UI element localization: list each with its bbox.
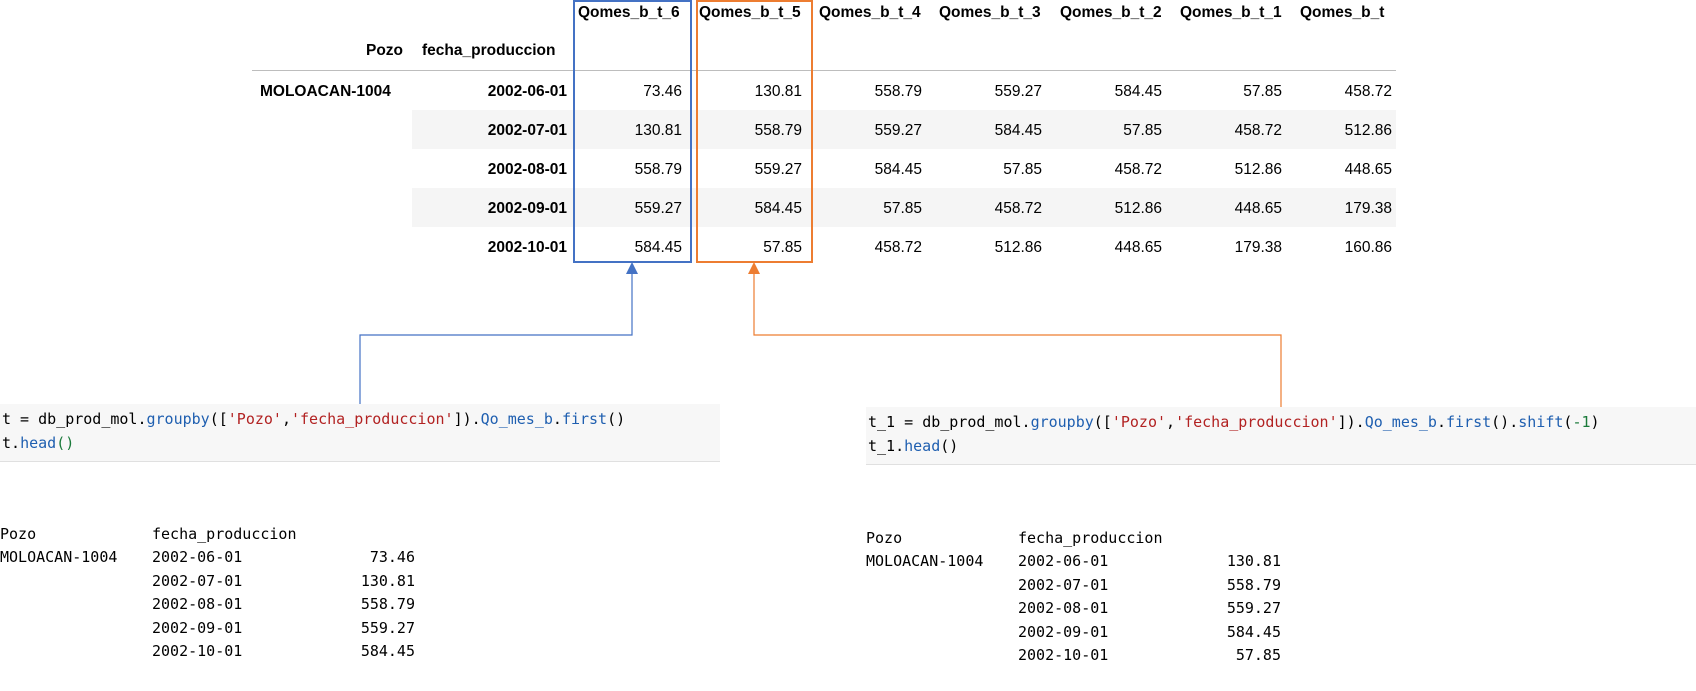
table-cell: 512.86 xyxy=(1114,200,1162,217)
column-header: Qomes_b_t_1 xyxy=(1180,4,1282,21)
output-date: 2002-09-01 xyxy=(152,618,243,637)
output-pozo: MOLOACAN-1004 xyxy=(0,548,118,566)
index-pozo: MOLOACAN-1004 xyxy=(260,83,391,100)
output-value: 73.46 xyxy=(369,548,415,566)
output-value: 584.45 xyxy=(1226,622,1281,641)
table-cell: 179.38 xyxy=(1234,239,1282,256)
output-header-fecha: fecha_produccion xyxy=(1018,529,1163,547)
output-value: 558.79 xyxy=(360,595,415,613)
table-cell: 559.27 xyxy=(994,83,1042,100)
output-header-fecha: fecha_produccion xyxy=(152,525,297,543)
index-date: 2002-08-01 xyxy=(487,161,567,178)
output-value: 57.85 xyxy=(1235,646,1281,664)
column-header: Qomes_b_t_2 xyxy=(1060,4,1162,21)
table-cell: 558.79 xyxy=(874,83,922,100)
connector-blue xyxy=(359,272,633,410)
output-date: 2002-10-01 xyxy=(152,642,243,660)
output-date: 2002-07-01 xyxy=(1018,575,1109,594)
table-cell: 584.45 xyxy=(1114,83,1162,100)
highlight-box-t6 xyxy=(573,0,692,263)
table-cell: 57.85 xyxy=(1123,122,1162,139)
column-header: Qomes_b_t_3 xyxy=(939,4,1041,21)
table-cell: 160.86 xyxy=(1344,239,1392,256)
column-header: Qomes_b_t_4 xyxy=(819,4,921,21)
output-value: 584.45 xyxy=(360,642,415,660)
table-cell: 448.65 xyxy=(1114,239,1162,256)
table-cell: 448.65 xyxy=(1344,161,1392,178)
code-input[interactable]: t = db_prod_mol.groupby(['Pozo','fecha_p… xyxy=(0,404,720,462)
output-pozo: MOLOACAN-1004 xyxy=(866,552,984,570)
header-divider xyxy=(252,70,1396,71)
output-value: 559.27 xyxy=(360,618,415,637)
table-cell: 458.72 xyxy=(1234,122,1282,139)
table-cell: 179.38 xyxy=(1344,200,1392,217)
output-value: 130.81 xyxy=(360,571,415,590)
table-cell: 458.72 xyxy=(1344,83,1392,100)
connector-orange xyxy=(753,272,1282,410)
output-value: 559.27 xyxy=(1226,599,1281,617)
code-line: t.head() xyxy=(2,434,75,452)
table-cell: 512.86 xyxy=(1344,122,1392,139)
highlight-box-t5 xyxy=(696,0,813,263)
cell-output-left: Pozo fecha_produccion MOLOACAN-1004 2002-06… xyxy=(0,476,460,687)
table-cell: 584.45 xyxy=(994,122,1042,139)
output-date: 2002-08-01 xyxy=(1018,599,1109,617)
index-header-fecha: fecha_produccion xyxy=(422,42,556,59)
code-line: t = db_prod_mol.groupby(['Pozo','fecha_p… xyxy=(2,410,626,428)
table-cell: 584.45 xyxy=(874,161,922,178)
index-date: 2002-07-01 xyxy=(487,122,567,139)
output-header-pozo: Pozo xyxy=(866,529,903,547)
output-header-pozo: Pozo xyxy=(0,525,37,543)
output-date: 2002-10-01 xyxy=(1018,646,1109,664)
table-cell: 458.72 xyxy=(1114,161,1162,178)
table-cell: 57.85 xyxy=(883,200,922,217)
column-header: Qomes_b_t xyxy=(1300,4,1385,21)
table-cell: 559.27 xyxy=(874,122,922,139)
index-date: 2002-09-01 xyxy=(487,200,567,217)
table-cell: 448.65 xyxy=(1234,200,1282,217)
dataframe-table: Qomes_b_t_6 Qomes_b_t_5 Qomes_b_t_4 Qome… xyxy=(252,0,1396,268)
table-cell: 458.72 xyxy=(874,239,922,256)
table-cell: 512.86 xyxy=(1234,161,1282,178)
index-header-pozo: Pozo xyxy=(366,42,404,59)
table-cell: 512.86 xyxy=(994,239,1042,256)
index-date: 2002-06-01 xyxy=(487,83,567,100)
output-date: 2002-06-01 xyxy=(1018,552,1109,570)
table-cell: 57.85 xyxy=(1003,161,1042,178)
output-value: 558.79 xyxy=(1226,575,1281,594)
code-cell-right[interactable]: t_1 = db_prod_mol.groupby(['Pozo','fecha… xyxy=(866,407,1696,465)
code-input[interactable]: t_1 = db_prod_mol.groupby(['Pozo','fecha… xyxy=(866,407,1696,465)
code-line: t_1 = db_prod_mol.groupby(['Pozo','fecha… xyxy=(868,413,1600,431)
output-date: 2002-08-01 xyxy=(152,595,243,613)
index-date: 2002-10-01 xyxy=(487,239,567,256)
table-cell: 57.85 xyxy=(1243,83,1282,100)
output-lines: Pozo fecha_produccion MOLOACAN-1004 2002-06… xyxy=(0,523,460,663)
output-lines: Pozo fecha_produccion MOLOACAN-1004 2002-06… xyxy=(866,527,1326,667)
code-cell-left[interactable]: t = db_prod_mol.groupby(['Pozo','fecha_p… xyxy=(0,404,720,462)
output-date: 2002-06-01 xyxy=(152,548,243,566)
output-date: 2002-07-01 xyxy=(152,571,243,590)
table-cell: 458.72 xyxy=(994,200,1042,217)
output-date: 2002-09-01 xyxy=(1018,622,1109,641)
output-value: 130.81 xyxy=(1226,552,1281,570)
cell-output-right: Pozo fecha_produccion MOLOACAN-1004 2002-06… xyxy=(866,480,1326,691)
code-line: t_1.head() xyxy=(868,437,959,455)
